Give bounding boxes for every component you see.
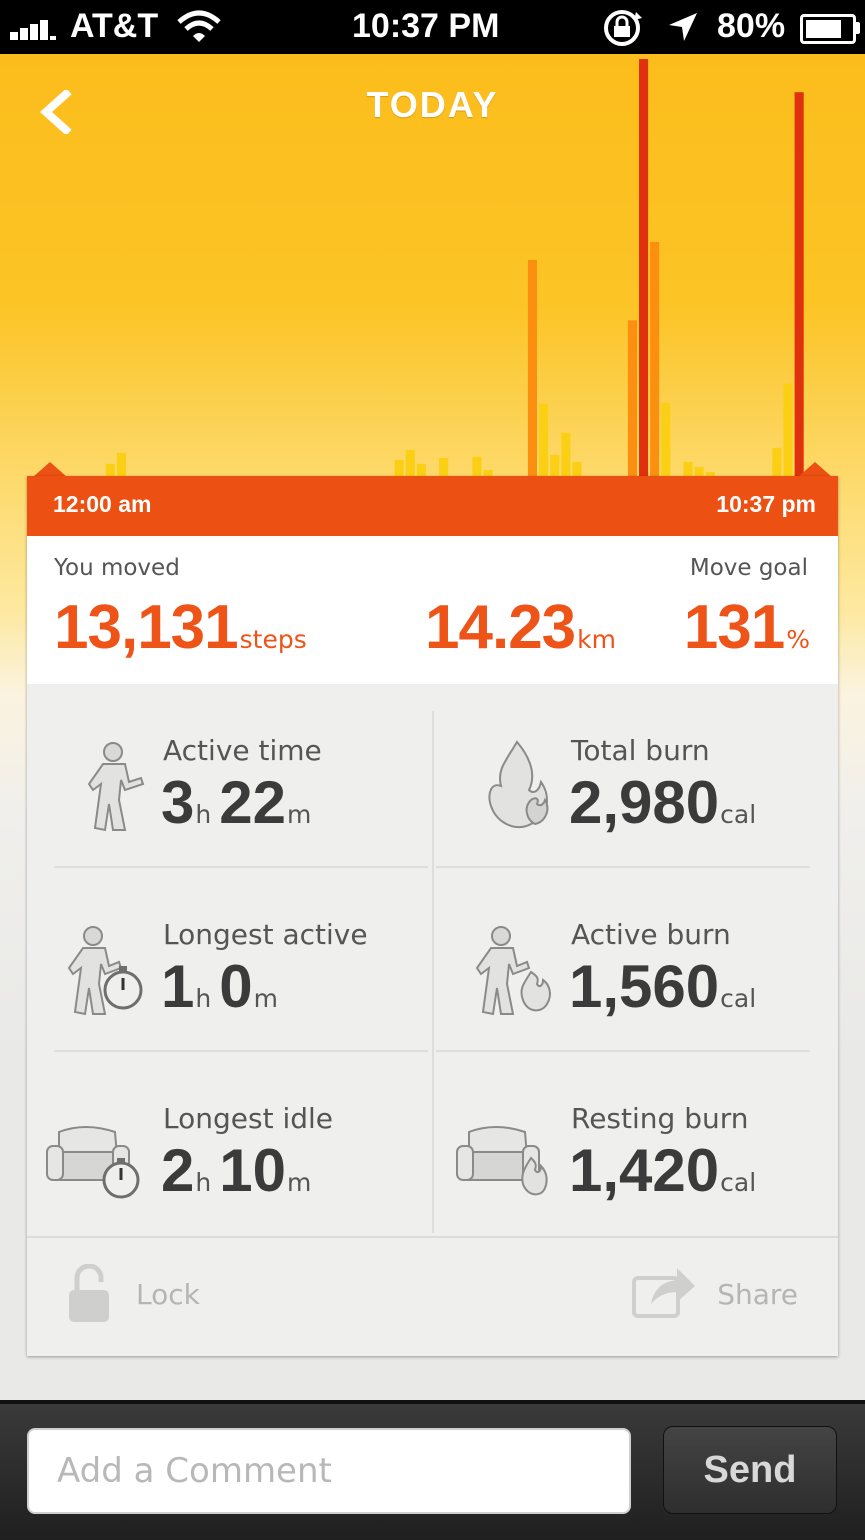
activity-bar <box>794 92 804 476</box>
armchair-flame-icon <box>456 1126 548 1196</box>
stat-active-burn[interactable]: Active burn 1,560cal <box>435 868 840 1052</box>
activity-bar <box>416 463 426 476</box>
activity-bar <box>439 457 449 476</box>
activity-bar <box>116 452 126 476</box>
battery-percent: 80% <box>717 7 786 45</box>
action-bar: Lock Share <box>27 1236 838 1358</box>
send-button[interactable]: Send <box>663 1426 837 1514</box>
activity-chart[interactable] <box>27 54 838 478</box>
summary-card: 12:00 am 10:37 pm You moved Move goal 13… <box>27 476 838 1356</box>
flame-icon <box>488 740 549 829</box>
activity-bar <box>550 454 560 476</box>
activity-bar <box>572 461 582 476</box>
activity-bar <box>783 383 793 476</box>
carrier-name: AT&T <box>70 7 159 45</box>
timeline-end-marker <box>798 462 832 477</box>
activity-bar <box>650 241 660 476</box>
stat-resting-burn[interactable]: Resting burn 1,420cal <box>435 1052 840 1236</box>
distance-value: 14.23km <box>425 593 616 662</box>
activity-bar <box>772 447 782 476</box>
goal-unit: % <box>786 625 810 654</box>
grid-divider <box>54 1050 428 1052</box>
lock-icon[interactable] <box>67 1264 111 1324</box>
timeline-end-label: 10:37 pm <box>716 491 816 517</box>
timeline-bar: 12:00 am 10:37 pm <box>27 476 838 536</box>
battery-tip <box>856 22 860 34</box>
stat-longest-idle[interactable]: Longest idle 2h 10m <box>27 1052 432 1236</box>
timeline-start-marker <box>33 462 67 477</box>
activity-bar <box>539 403 549 476</box>
moved-label: You moved <box>54 555 180 581</box>
battery-icon <box>800 14 856 44</box>
stat-label: Longest idle <box>163 1102 334 1135</box>
stat-label: Active burn <box>571 918 731 951</box>
activity-bar <box>105 463 115 476</box>
grid-divider <box>432 711 434 1233</box>
activity-bar <box>527 260 537 476</box>
grid-divider <box>436 1050 810 1052</box>
grid-divider <box>436 866 810 868</box>
stat-label: Total burn <box>571 734 710 767</box>
movement-summary: You moved Move goal 13,131steps 14.23km … <box>27 536 838 684</box>
stat-longest-active[interactable]: Longest active 1h 0m <box>27 868 432 1052</box>
stat-label: Active time <box>163 734 322 767</box>
activity-bar <box>683 461 693 476</box>
stat-label: Resting burn <box>571 1102 749 1135</box>
clock: 10:37 PM <box>352 7 500 45</box>
goal-value: 131% <box>683 593 810 662</box>
stat-value: 1,420cal <box>569 1137 757 1204</box>
steps-value: 13,131steps <box>54 593 307 662</box>
stat-value: 2h 10m <box>161 1137 312 1204</box>
activity-bar <box>561 432 571 476</box>
activity-bar <box>661 402 671 476</box>
armchair-stopwatch-icon <box>46 1126 140 1199</box>
activity-bar <box>694 467 704 476</box>
activity-bar <box>639 59 649 476</box>
stat-value: 2,980cal <box>569 769 757 836</box>
stat-value: 1,560cal <box>569 953 757 1020</box>
stat-active-time[interactable]: Active time 3h 22m <box>27 684 432 868</box>
stat-total-burn[interactable]: Total burn 2,980cal <box>435 684 840 868</box>
share-icon[interactable] <box>631 1260 697 1320</box>
stat-value: 3h 22m <box>161 769 312 836</box>
location-icon <box>669 13 697 41</box>
activity-bar <box>472 456 482 476</box>
lock-button[interactable]: Lock <box>136 1278 200 1311</box>
activity-bar <box>627 320 637 476</box>
stat-label: Longest active <box>163 918 368 951</box>
runner-stopwatch-icon <box>67 926 143 1016</box>
grid-divider <box>54 866 428 868</box>
stat-value: 1h 0m <box>161 953 278 1020</box>
runner-icon <box>87 742 145 832</box>
comment-input[interactable] <box>27 1428 631 1514</box>
signal-icon <box>10 18 66 40</box>
timeline-start-label: 12:00 am <box>53 491 152 517</box>
share-button[interactable]: Share <box>717 1278 798 1311</box>
goal-label: Move goal <box>689 555 808 581</box>
steps-unit: steps <box>239 625 307 654</box>
comment-bar: Send <box>0 1400 865 1540</box>
activity-bar <box>405 449 415 476</box>
status-bar: AT&T 10:37 PM 80% <box>0 0 865 54</box>
distance-unit: km <box>577 625 616 654</box>
wifi-icon <box>177 10 221 42</box>
runner-flame-icon <box>475 926 551 1016</box>
rotation-lock-icon <box>604 10 642 46</box>
activity-bar <box>394 459 404 476</box>
